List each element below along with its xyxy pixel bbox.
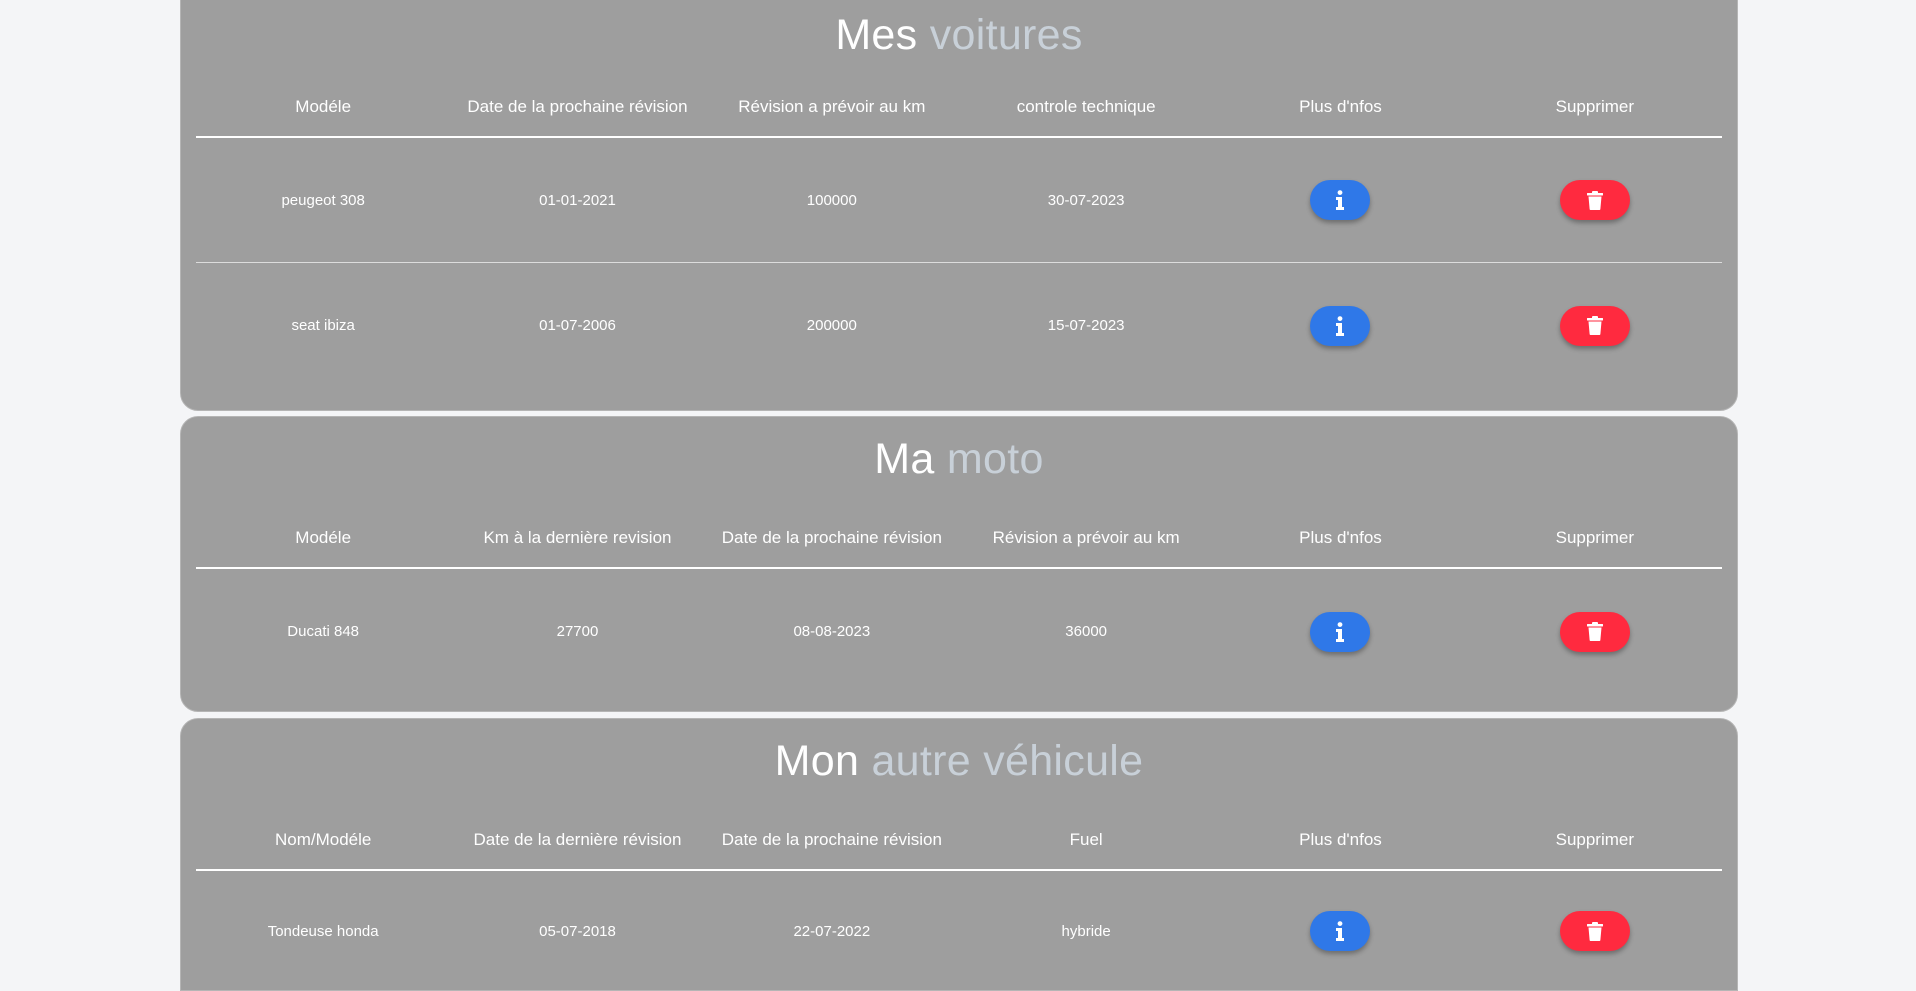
- header-more-info: Plus d'nfos: [1299, 830, 1382, 849]
- delete-button[interactable]: [1559, 611, 1630, 652]
- moto-title: Ma moto: [196, 417, 1722, 509]
- header-revision-km: Révision a prévoir au km: [992, 528, 1180, 547]
- header-delete: Supprimer: [1555, 528, 1635, 547]
- other-table-header: Nom/Modéle Date de la dernière révision …: [196, 811, 1722, 871]
- cell-model: peugeot 308: [281, 191, 365, 209]
- moto-card: Ma moto Modéle Km à la dernière revision…: [180, 416, 1738, 712]
- cell-technical-control: 30-07-2023: [1047, 191, 1125, 209]
- info-button[interactable]: [1310, 911, 1371, 951]
- header-last-revision-date: Date de la dernière révision: [473, 830, 682, 849]
- header-delete: Supprimer: [1555, 97, 1635, 116]
- trash-icon: [1586, 921, 1603, 941]
- cell-revision-km: 36000: [1065, 623, 1108, 640]
- page: Mes voitures Modéle Date de la prochaine…: [0, 0, 1916, 991]
- info-icon: [1335, 315, 1345, 336]
- table-row: seat ibiza 01-07-2006 200000 15-07-2023: [196, 263, 1722, 388]
- other-title-main: Mon: [774, 737, 860, 785]
- info-button[interactable]: [1310, 305, 1371, 346]
- cell-next-revision-date: 22-07-2022: [793, 922, 871, 940]
- cell-revision-km: 100000: [806, 191, 857, 209]
- cell-model: seat ibiza: [291, 317, 355, 334]
- info-icon: [1335, 921, 1345, 941]
- cell-name-model: Tondeuse honda: [267, 922, 379, 940]
- header-revision-km: Révision a prévoir au km: [738, 97, 926, 116]
- header-fuel: Fuel: [1069, 830, 1103, 849]
- cell-info: [1213, 305, 1467, 346]
- other-vehicle-card: Mon autre véhicule Nom/Modéle Date de la…: [180, 718, 1738, 991]
- cell-info: [1213, 180, 1467, 220]
- header-name-model: Nom/Modéle: [274, 830, 372, 849]
- info-button[interactable]: [1310, 611, 1371, 652]
- cell-next-revision-date: 01-01-2021: [539, 191, 616, 209]
- table-row: peugeot 308 01-01-2021 100000 30-07-2023: [196, 138, 1722, 263]
- trash-icon: [1586, 190, 1603, 210]
- cell-model: Ducati 848: [287, 623, 360, 640]
- moto-table-header: Modéle Km à la dernière revision Date de…: [196, 509, 1722, 569]
- cell-fuel: hybride: [1061, 922, 1111, 940]
- cell-revision-km: 200000: [806, 317, 857, 334]
- header-model: Modéle: [295, 97, 352, 116]
- trash-icon: [1586, 316, 1603, 335]
- header-next-revision-date: Date de la prochaine révision: [721, 830, 942, 849]
- cars-title-main: Mes: [835, 11, 918, 59]
- cell-info: [1213, 911, 1467, 951]
- info-icon: [1335, 190, 1345, 210]
- cars-title: Mes voitures: [196, 0, 1722, 73]
- header-more-info: Plus d'nfos: [1299, 528, 1382, 547]
- info-icon: [1335, 621, 1345, 642]
- cars-card: Mes voitures Modéle Date de la prochaine…: [180, 0, 1738, 411]
- cell-delete: [1468, 305, 1722, 346]
- header-last-revision-km: Km à la dernière revision: [483, 528, 672, 547]
- header-model: Modéle: [295, 528, 352, 547]
- cars-table-header: Modéle Date de la prochaine révision Rév…: [196, 78, 1722, 138]
- delete-button[interactable]: [1559, 180, 1630, 220]
- info-button[interactable]: [1310, 180, 1371, 220]
- delete-button[interactable]: [1559, 305, 1630, 346]
- trash-icon: [1586, 622, 1603, 641]
- cell-delete: [1468, 911, 1722, 951]
- table-row: Ducati 848 27700 08-08-2023 36000: [196, 569, 1722, 694]
- cell-info: [1213, 611, 1467, 652]
- other-title: Mon autre véhicule: [196, 719, 1722, 811]
- table-row: Tondeuse honda 05-07-2018 22-07-2022 hyb…: [196, 871, 1722, 991]
- other-title-accent: autre véhicule: [871, 737, 1144, 785]
- moto-title-accent: moto: [946, 435, 1044, 483]
- cell-delete: [1468, 611, 1722, 652]
- header-technical-control: controle technique: [1016, 97, 1156, 116]
- delete-button[interactable]: [1559, 911, 1630, 951]
- header-next-revision-date: Date de la prochaine révision: [721, 528, 942, 547]
- header-next-revision-date: Date de la prochaine révision: [467, 97, 688, 116]
- cell-next-revision-date: 08-08-2023: [793, 623, 871, 640]
- cell-last-revision-date: 05-07-2018: [539, 922, 616, 940]
- cell-next-revision-date: 01-07-2006: [539, 317, 616, 334]
- cell-last-revision-km: 27700: [556, 623, 599, 640]
- cell-technical-control: 15-07-2023: [1047, 317, 1125, 334]
- moto-title-main: Ma: [874, 435, 935, 483]
- header-delete: Supprimer: [1555, 830, 1635, 849]
- header-more-info: Plus d'nfos: [1299, 97, 1382, 116]
- cell-delete: [1468, 180, 1722, 220]
- cars-title-accent: voitures: [929, 11, 1083, 59]
